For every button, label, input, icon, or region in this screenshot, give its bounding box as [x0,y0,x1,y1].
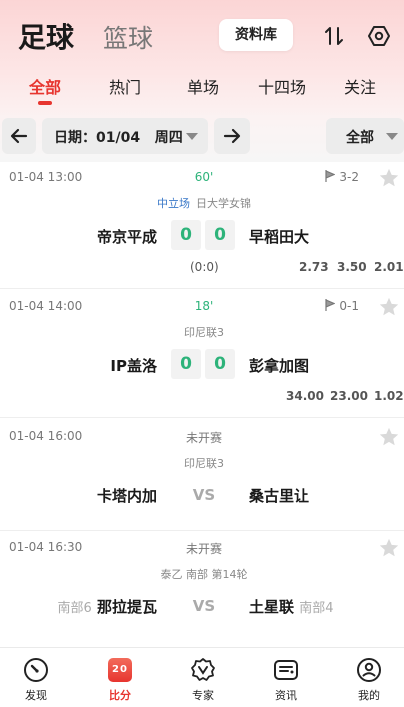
corner-flag-icon [325,170,336,182]
match-row[interactable]: 01-04 16:00 未开赛 印尼联3 卡塔内加 VS 桑古里让 [0,418,404,530]
tab-following[interactable]: 关注 [344,74,376,98]
match-status: 未开赛 [185,542,223,556]
match-time: 01-04 16:00 [9,429,83,443]
league-label: 泰乙 南部 第14轮 [160,568,248,581]
date-filter-bar: 日期：01/04 周四 全部 [0,116,404,156]
sort-arrows-icon[interactable] [322,24,346,48]
sport-tab-football-label: 足球 [18,21,75,54]
away-score: 0 [205,220,235,250]
hexagon-settings-icon[interactable] [367,24,391,48]
arrow-right-icon [223,128,241,144]
corner-count: 0-1 [325,299,359,313]
tab-all[interactable]: 全部 [29,74,61,98]
news-card-icon [274,660,298,680]
match-row[interactable]: 01-04 16:30 未开赛 泰乙 南部 第14轮 南部6 那拉提瓦 VS 土… [0,531,404,643]
versus-label: VS [192,597,216,615]
profile-icon [357,658,381,682]
home-team: 帝京平成 [96,228,157,246]
match-minute: 18' [194,299,214,313]
database-button[interactable]: 资料库 [219,19,293,51]
chevron-down-icon [186,133,198,140]
league-filter-dropdown[interactable]: 全部 [326,118,404,154]
sport-switcher: 足球 篮球 资料库 [0,0,404,70]
match-row[interactable]: 01-04 13:00 60' 3-2 中立场 日大学女锦 帝京平成 0 0 早稻… [0,160,404,288]
nav-discover-label: 发现 [25,689,47,702]
match-time: 01-04 16:30 [9,540,83,554]
nav-news[interactable]: 资讯 [246,648,326,707]
nav-profile-label: 我的 [358,689,380,702]
nav-scores[interactable]: 20 比分 [80,648,160,707]
category-tabs: 全部 热门 单场 十四场 关注 [0,70,404,110]
match-time: 01-04 13:00 [9,170,83,184]
home-team: 卡塔内加 [96,487,157,505]
tab-hot[interactable]: 热门 [109,74,141,98]
odds-away: 1.02 [374,389,404,403]
odds-draw: 3.50 [337,260,367,274]
nav-experts[interactable]: 专家 [163,648,243,707]
tab-single[interactable]: 单场 [187,74,219,98]
active-tab-indicator [38,101,52,105]
odds-home: 34.00 [286,389,324,403]
away-team: 桑古里让 [249,487,310,505]
league-label: 印尼联3 [184,457,224,470]
match-minute: 60' [194,170,214,184]
scoreboard-icon: 20 [108,658,132,682]
away-team: 早稻田大 [249,228,310,246]
away-team: 土星联 南部4 [249,598,334,616]
chevron-down-icon [386,133,398,140]
neutral-venue-tag: 中立场 [157,197,190,210]
odds-home: 2.73 [299,260,329,274]
odds-draw: 23.00 [330,389,368,403]
home-team-rank: 南部6 [57,601,92,616]
away-team-rank: 南部4 [299,601,334,616]
favorite-star-icon[interactable] [378,426,400,448]
date-text: 日期：01/04 周四 [54,130,183,146]
nav-experts-label: 专家 [192,689,214,702]
next-day-button[interactable] [214,118,250,154]
tab-fourteen[interactable]: 十四场 [258,74,306,98]
league-label: 印尼联3 [184,326,224,339]
home-score: 0 [171,220,201,250]
sport-tab-football[interactable]: 足球 [18,16,96,56]
date-selector[interactable]: 日期：01/04 周四 [42,118,208,154]
away-team: 彭拿加图 [249,357,310,375]
match-row[interactable]: 01-04 14:00 18' 0-1 印尼联3 IP盖洛 0 0 彭拿加图 3… [0,289,404,417]
compass-gauge-icon [24,658,48,682]
odds-away: 2.01 [374,260,404,274]
match-time: 01-04 14:00 [9,299,83,313]
nav-news-label: 资讯 [275,689,297,702]
home-team: 南部6 那拉提瓦 [57,598,157,616]
nav-scores-label: 比分 [109,689,131,702]
sport-tab-basketball[interactable]: 篮球 [103,19,153,55]
league-label: 中立场 日大学女锦 [157,197,251,210]
league-filter-label: 全部 [346,130,374,146]
arrow-left-icon [10,128,28,144]
bottom-navigation: 发现 20 比分 专家 资讯 我的 [0,647,404,707]
expert-badge-icon [191,658,215,681]
versus-label: VS [192,486,216,504]
home-score: 0 [171,349,201,379]
corner-count: 3-2 [325,170,359,184]
nav-profile[interactable]: 我的 [329,648,404,707]
away-score: 0 [205,349,235,379]
nav-discover[interactable]: 发现 [0,648,76,707]
favorite-star-icon[interactable] [378,296,400,318]
favorite-star-icon[interactable] [378,537,400,559]
halftime-score: (0:0) [190,260,219,274]
corner-flag-icon [325,299,336,311]
home-team: IP盖洛 [110,357,157,375]
match-status: 未开赛 [185,431,223,445]
favorite-star-icon[interactable] [378,167,400,189]
prev-day-button[interactable] [2,118,36,154]
